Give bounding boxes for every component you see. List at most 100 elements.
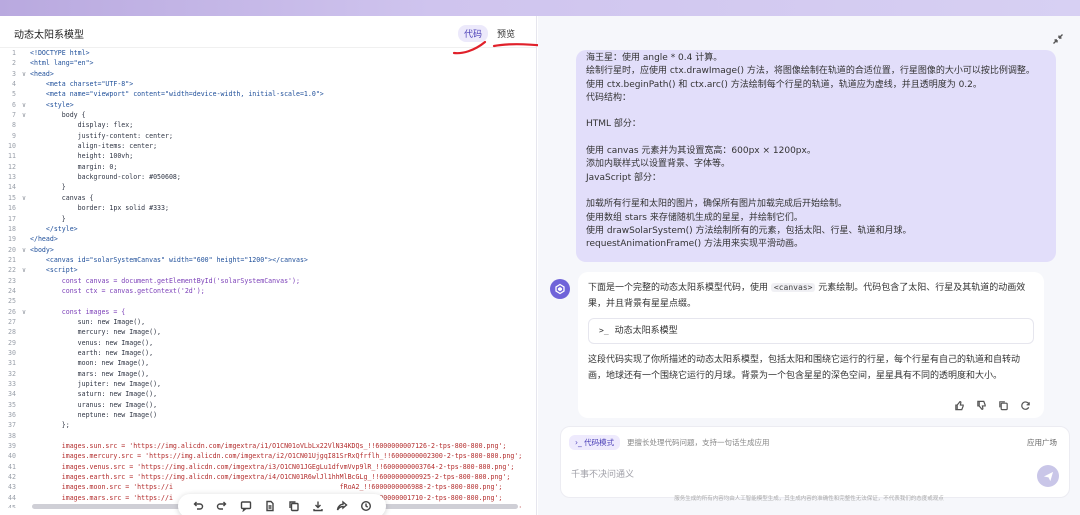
fold-chevron-icon[interactable] [18, 89, 30, 99]
share-icon[interactable] [334, 498, 350, 514]
fold-chevron-icon[interactable] [18, 182, 30, 192]
code-line[interactable]: 23 const canvas = document.getElementByI… [0, 276, 536, 286]
history-icon[interactable] [358, 498, 374, 514]
send-button[interactable] [1037, 465, 1059, 487]
code-line[interactable]: 11 height: 100vh; [0, 151, 536, 161]
chat-input[interactable] [571, 465, 1031, 483]
fold-chevron-icon[interactable] [18, 224, 30, 234]
code-line[interactable]: 39 images.sun.src = 'https://img.alicdn.… [0, 441, 536, 451]
fold-chevron-icon[interactable] [18, 472, 30, 482]
fold-chevron-icon[interactable] [18, 482, 30, 492]
code-mode-chip[interactable]: ›_ 代码模式 [569, 435, 621, 450]
fold-chevron-icon[interactable] [18, 276, 30, 286]
code-line[interactable]: 15 ∨ canvas { [0, 193, 536, 203]
document-icon[interactable] [262, 498, 278, 514]
code-line[interactable]: 43 images.moon.src = 'https://i fRoA2_!!… [0, 482, 536, 492]
fold-chevron-icon[interactable] [18, 296, 30, 306]
fold-chevron-icon[interactable] [18, 420, 30, 430]
code-line[interactable]: 37 }; [0, 420, 536, 430]
artifact-card[interactable]: >_ 动态太阳系模型 [588, 318, 1034, 344]
fold-chevron-icon[interactable] [18, 327, 30, 337]
code-line[interactable]: 32 mars: new Image(), [0, 369, 536, 379]
undo-icon[interactable] [190, 498, 206, 514]
copy-icon[interactable] [286, 498, 302, 514]
code-line[interactable]: 28 mercury: new Image(), [0, 327, 536, 337]
fold-chevron-icon[interactable]: ∨ [18, 265, 30, 275]
fold-chevron-icon[interactable] [18, 131, 30, 141]
code-line[interactable]: 19 </head> [0, 234, 536, 244]
fold-chevron-icon[interactable] [18, 58, 30, 68]
collapse-icon[interactable] [1052, 30, 1068, 46]
fold-chevron-icon[interactable] [18, 214, 30, 224]
code-line[interactable]: 3 ∨ <head> [0, 69, 536, 79]
code-line[interactable]: 21 <canvas id="solarSystemCanvas" width=… [0, 255, 536, 265]
code-line[interactable]: 26 ∨ const images = { [0, 307, 536, 317]
thumbs-down-icon[interactable] [974, 398, 988, 412]
code-line[interactable]: 16 border: 1px solid #333; [0, 203, 536, 213]
code-line[interactable]: 36 neptune: new Image() [0, 410, 536, 420]
code-line[interactable]: 34 saturn: new Image(), [0, 389, 536, 399]
tab-code[interactable]: 代码 [458, 25, 489, 42]
fold-chevron-icon[interactable] [18, 234, 30, 244]
code-line[interactable]: 33 jupiter: new Image(), [0, 379, 536, 389]
fold-chevron-icon[interactable]: ∨ [18, 245, 30, 255]
fold-chevron-icon[interactable] [18, 162, 30, 172]
code-editor[interactable]: 1 <!DOCTYPE html> 2 <html lang="en"> 3 ∨ <head… [0, 48, 536, 508]
app-square-link[interactable]: 应用广场 [1027, 437, 1057, 448]
code-line[interactable]: 31 moon: new Image(), [0, 358, 536, 368]
code-line[interactable]: 6 ∨ <style> [0, 100, 536, 110]
fold-chevron-icon[interactable]: ∨ [18, 307, 30, 317]
code-line[interactable]: 29 venus: new Image(), [0, 338, 536, 348]
code-line[interactable]: 13 background-color: #050608; [0, 172, 536, 182]
fold-chevron-icon[interactable] [18, 431, 30, 441]
code-line[interactable]: 25 [0, 296, 536, 306]
code-line[interactable]: 40 images.mercury.src = 'https://img.ali… [0, 451, 536, 461]
fold-chevron-icon[interactable] [18, 369, 30, 379]
fold-chevron-icon[interactable] [18, 410, 30, 420]
code-line[interactable]: 38 [0, 431, 536, 441]
fold-chevron-icon[interactable] [18, 172, 30, 182]
code-line[interactable]: 8 display: flex; [0, 120, 536, 130]
fold-chevron-icon[interactable] [18, 389, 30, 399]
fold-chevron-icon[interactable] [18, 120, 30, 130]
fold-chevron-icon[interactable] [18, 379, 30, 389]
comment-icon[interactable] [238, 498, 254, 514]
fold-chevron-icon[interactable] [18, 338, 30, 348]
code-line[interactable]: 12 margin: 0; [0, 162, 536, 172]
code-line[interactable]: 17 } [0, 214, 536, 224]
code-line[interactable]: 14 } [0, 182, 536, 192]
fold-chevron-icon[interactable] [18, 462, 30, 472]
code-line[interactable]: 9 justify-content: center; [0, 131, 536, 141]
fold-chevron-icon[interactable] [18, 48, 30, 58]
code-line[interactable]: 41 images.venus.src = 'https://img.alicd… [0, 462, 536, 472]
code-line[interactable]: 1 <!DOCTYPE html> [0, 48, 536, 58]
fold-chevron-icon[interactable] [18, 151, 30, 161]
code-line[interactable]: 24 const ctx = canvas.getContext('2d'); [0, 286, 536, 296]
fold-chevron-icon[interactable] [18, 79, 30, 89]
thumbs-up-icon[interactable] [952, 398, 966, 412]
code-line[interactable]: 20 ∨ <body> [0, 245, 536, 255]
fold-chevron-icon[interactable] [18, 358, 30, 368]
fold-chevron-icon[interactable] [18, 203, 30, 213]
tab-preview[interactable]: 预览 [491, 25, 521, 42]
fold-chevron-icon[interactable] [18, 451, 30, 461]
redo-icon[interactable] [214, 498, 230, 514]
code-line[interactable]: 42 images.earth.src = 'https://img.alicd… [0, 472, 536, 482]
code-line[interactable]: 7 ∨ body { [0, 110, 536, 120]
regenerate-icon[interactable] [1018, 398, 1032, 412]
fold-chevron-icon[interactable]: ∨ [18, 69, 30, 79]
download-icon[interactable] [310, 498, 326, 514]
fold-chevron-icon[interactable] [18, 400, 30, 410]
fold-chevron-icon[interactable] [18, 255, 30, 265]
fold-chevron-icon[interactable] [18, 286, 30, 296]
fold-chevron-icon[interactable] [18, 503, 30, 508]
fold-chevron-icon[interactable]: ∨ [18, 100, 30, 110]
code-line[interactable]: 35 uranus: new Image(), [0, 400, 536, 410]
copy-message-icon[interactable] [996, 398, 1010, 412]
code-line[interactable]: 18 </style> [0, 224, 536, 234]
code-line[interactable]: 10 align-items: center; [0, 141, 536, 151]
fold-chevron-icon[interactable] [18, 493, 30, 503]
code-line[interactable]: 2 <html lang="en"> [0, 58, 536, 68]
code-line[interactable]: 30 earth: new Image(), [0, 348, 536, 358]
fold-chevron-icon[interactable] [18, 317, 30, 327]
